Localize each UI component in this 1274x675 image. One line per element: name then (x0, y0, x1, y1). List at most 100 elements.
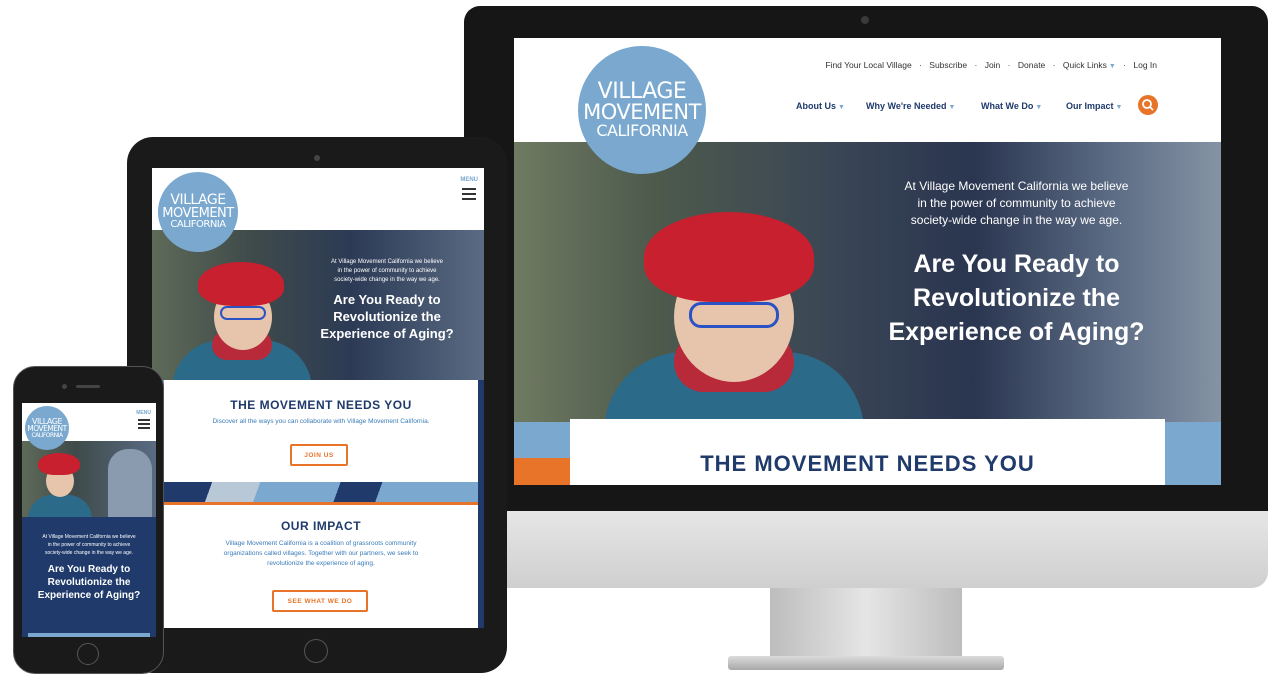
utility-log-in[interactable]: Log In (1133, 60, 1157, 70)
hamburger-menu-icon[interactable] (462, 188, 476, 203)
phone-speaker (76, 385, 100, 388)
nav-why-needed[interactable]: Why We're Needed ▼ (866, 101, 955, 111)
utility-join[interactable]: Join (985, 60, 1001, 70)
tablet-geometric-band (164, 482, 478, 502)
desktop-hero-image: At Village Movement California we believ… (514, 142, 1221, 422)
hero-headline-line: Revolutionize the (47, 577, 131, 588)
logo-line-3: CALIFORNIA (31, 431, 63, 439)
chevron-down-icon: ▼ (1108, 63, 1116, 70)
hero-headline-line: Are You Ready to (913, 250, 1120, 278)
tablet-side-band-right (478, 380, 484, 628)
movement-text: Discover all the ways you can collaborat… (212, 418, 430, 425)
movement-title: THE MOVEMENT NEEDS YOU (230, 398, 412, 412)
nav-about-us[interactable]: About Us ▼ (796, 101, 845, 111)
hero-text: At Village Movement California we believ… (302, 258, 472, 342)
desktop-movement-card: THE MOVEMENT NEEDS YOU (570, 419, 1165, 485)
nav-what-we-do-label: What We Do (981, 101, 1034, 111)
hero-intro-line: in the power of community to achieve (337, 268, 437, 274)
utility-donate[interactable]: Donate (1018, 60, 1045, 70)
tablet-logo[interactable]: VILLAGE MOVEMENT CALIFORNIA (158, 172, 238, 252)
impact-text-line: organizations called villages. Together … (223, 550, 419, 557)
phone-hero-image (22, 441, 156, 517)
coat (28, 495, 92, 517)
phone-bottom-band (28, 633, 150, 637)
red-beret (644, 212, 814, 302)
person-figure (172, 248, 312, 380)
hero-intro-line: At Village Movement California we believ… (904, 179, 1129, 193)
hero-headline-line: Experience of Aging? (37, 590, 141, 601)
logo-line-3: CALIFORNIA (170, 219, 226, 231)
utility-nav: Find Your Local Village · Subscribe · Jo… (825, 60, 1157, 70)
see-what-we-do-button[interactable]: SEE WHAT WE DO (272, 590, 368, 612)
impact-title: OUR IMPACT (280, 519, 362, 533)
hero-intro-line: society-wide change in the way we age. (334, 277, 440, 283)
hero-intro-line: society-wide change in the way we age. (44, 550, 134, 556)
utility-find-village[interactable]: Find Your Local Village (825, 60, 911, 70)
hero-intro-line: At Village Movement California we believ… (42, 534, 136, 540)
menu-label: MENU (136, 410, 151, 416)
chevron-down-icon: ▼ (1115, 104, 1123, 111)
tablet-movement-card: THE MOVEMENT NEEDS YOU Discover all the … (164, 380, 478, 482)
nav-why-needed-label: Why We're Needed (866, 101, 947, 111)
search-icon (1142, 99, 1154, 111)
phone-camera (62, 384, 67, 389)
hero-headline-line: Are You Ready to (333, 292, 441, 307)
hero-headline-line: Revolutionize the (913, 284, 1120, 312)
logo-line-2: MOVEMENT (583, 99, 701, 124)
phone-home-button[interactable] (77, 643, 99, 665)
nav-our-impact-label: Our Impact (1066, 101, 1114, 111)
monitor-chin (464, 511, 1268, 588)
utility-quick-links[interactable]: Quick Links (1063, 60, 1107, 70)
impact-text-line: Village Movement California is a coaliti… (225, 540, 417, 547)
movement-title: THE MOVEMENT NEEDS YOU (700, 451, 1035, 476)
hero-intro-line: society-wide change in the way we age. (910, 213, 1123, 227)
hero-intro-line: in the power of community to achieve (917, 196, 1116, 210)
utility-sep: · (974, 60, 978, 70)
utility-subscribe[interactable]: Subscribe (929, 60, 967, 70)
hero-text: At Village Movement California we believ… (864, 178, 1169, 349)
utility-sep: · (919, 60, 922, 70)
nav-what-we-do[interactable]: What We Do ▼ (981, 101, 1042, 111)
utility-sep: · (1052, 60, 1056, 70)
tablet-camera (314, 155, 320, 161)
chevron-down-icon: ▼ (838, 104, 845, 111)
hero-headline-line: Revolutionize the (333, 309, 441, 324)
join-us-button[interactable]: JOIN US (290, 444, 348, 466)
desktop-logo[interactable]: VILLAGE MOVEMENT CALIFORNIA (578, 46, 706, 174)
monitor-camera (861, 16, 869, 24)
hero-intro-line: in the power of community to achieve (47, 542, 131, 548)
red-beret (198, 262, 284, 306)
search-button[interactable] (1138, 95, 1158, 115)
red-beret (38, 453, 80, 475)
tablet-impact-card: OUR IMPACT Village Movement California i… (164, 505, 478, 628)
chevron-down-icon: ▼ (1035, 104, 1043, 111)
second-person (108, 449, 152, 517)
utility-sep: · (1007, 60, 1011, 70)
hamburger-menu-icon[interactable] (138, 419, 150, 431)
desktop-screen: VILLAGE MOVEMENT CALIFORNIA Find Your Lo… (514, 38, 1221, 485)
person-figure (604, 182, 864, 422)
tablet-screen: VILLAGE MOVEMENT CALIFORNIA MENU At Vill… (152, 168, 484, 628)
impact-text-line: revolutionize the experience of aging. (267, 560, 375, 567)
hero-intro-line: At Village Movement California we believ… (331, 259, 443, 265)
phone-hero-text-panel: At Village Movement California we believ… (22, 517, 156, 637)
monitor-stand (770, 588, 962, 658)
glasses (220, 306, 266, 320)
phone-screen: VILLAGE MOVEMENT CALIFORNIA MENU At Vill… (22, 403, 156, 637)
tablet-home-button[interactable] (304, 639, 328, 663)
hero-headline-line: Experience of Aging? (888, 318, 1145, 346)
utility-sep: · (1123, 60, 1126, 70)
monitor-stand-base (728, 656, 1004, 670)
person-figure (28, 447, 92, 517)
chevron-down-icon: ▼ (948, 104, 956, 111)
nav-about-us-label: About Us (796, 101, 836, 111)
nav-our-impact[interactable]: Our Impact ▼ (1066, 101, 1122, 111)
tablet-hero-image: At Village Movement California we believ… (152, 230, 484, 380)
hero-headline-line: Are You Ready to (47, 564, 131, 575)
glasses (689, 302, 779, 328)
phone-logo[interactable]: VILLAGE MOVEMENT CALIFORNIA (25, 406, 69, 450)
desktop-band-orange (514, 458, 570, 485)
hero-headline-line: Experience of Aging? (320, 326, 454, 341)
menu-label: MENU (460, 177, 478, 183)
logo-line-3: CALIFORNIA (596, 120, 688, 140)
